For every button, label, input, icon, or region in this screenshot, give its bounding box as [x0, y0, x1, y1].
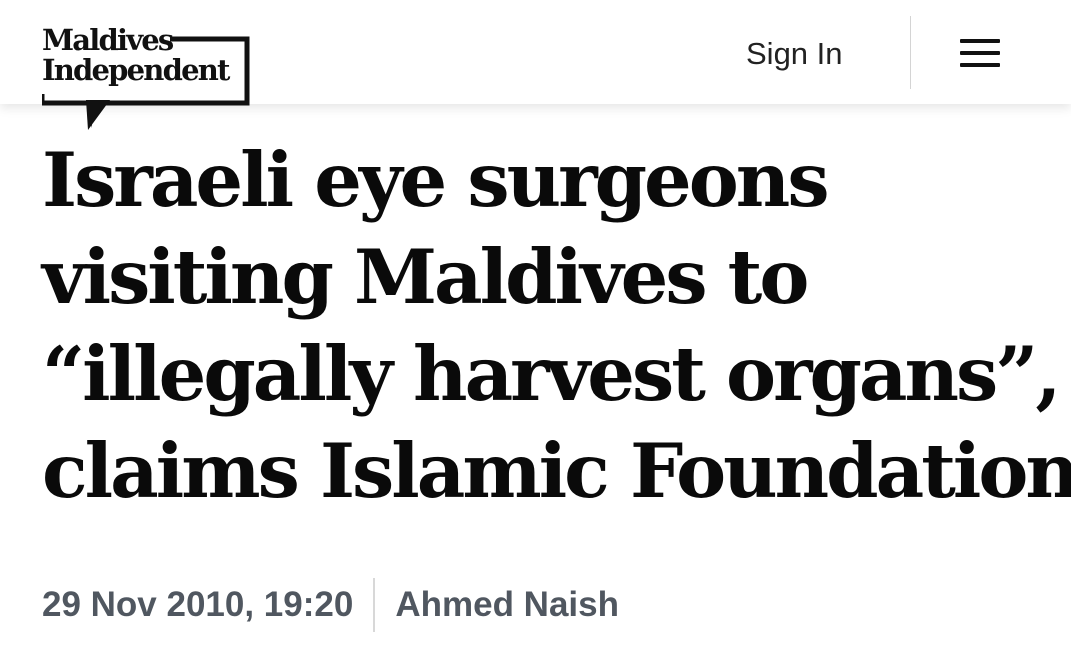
author-link[interactable]: Ahmed Naish	[395, 585, 619, 625]
headline-line: claims Islamic Foundation	[42, 427, 1071, 515]
headline-line: Israeli eye surgeons	[42, 136, 830, 224]
headline-line: visiting Maldives to	[42, 233, 809, 321]
headline-line: “illegally harvest organs”,	[42, 330, 1062, 418]
menu-button[interactable]	[952, 34, 1008, 72]
site-header: Maldives Independent Sign In	[0, 0, 1071, 130]
logo-text-line2: Independent	[42, 53, 230, 87]
publish-date: 29 Nov 2010, 19:20	[42, 585, 354, 624]
site-logo[interactable]: Maldives Independent	[42, 22, 250, 134]
sign-in-link[interactable]: Sign In	[746, 34, 843, 74]
header-divider	[910, 16, 911, 89]
article-byline: 29 Nov 2010, 19:20 Ahmed Naish	[42, 578, 619, 632]
logo-text-line1: Maldives	[42, 23, 174, 57]
article-headline: Israeli eye surgeons visiting Maldives t…	[42, 132, 1071, 520]
byline-divider	[373, 578, 376, 632]
hamburger-menu-icon	[960, 39, 1000, 43]
